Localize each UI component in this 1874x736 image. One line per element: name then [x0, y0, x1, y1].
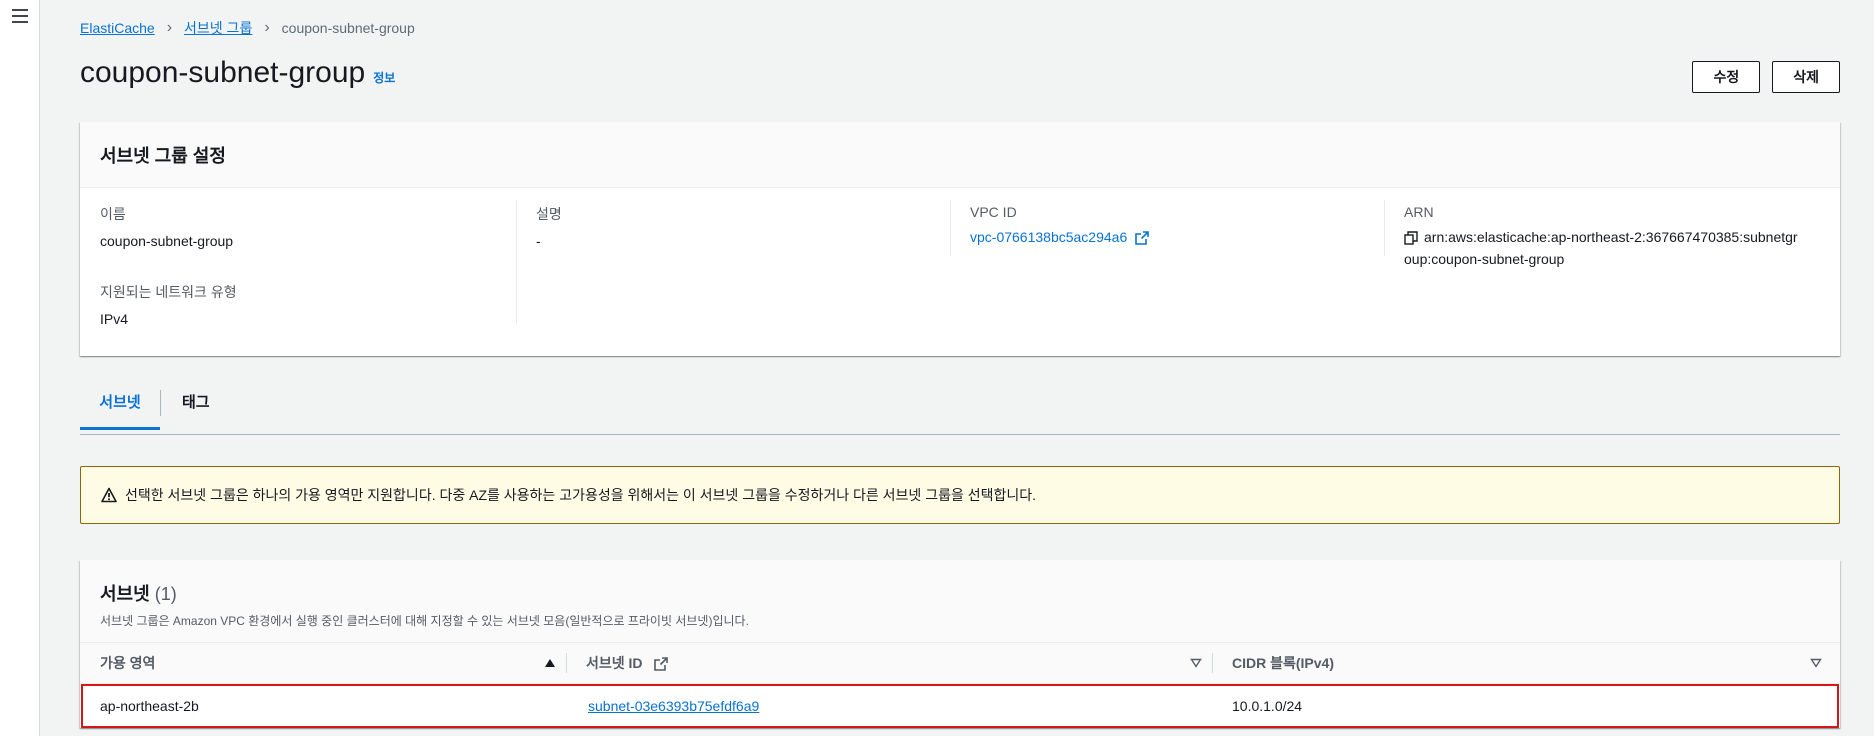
- breadcrumb: ElastiCache › 서브넷 그룹 › coupon-subnet-gro…: [80, 18, 415, 38]
- chevron-right-icon: ›: [264, 19, 270, 36]
- cell-az: ap-northeast-2b: [100, 698, 199, 714]
- warning-icon: [101, 487, 117, 503]
- breadcrumb-current: coupon-subnet-group: [281, 20, 415, 36]
- description-value: -: [536, 233, 541, 249]
- external-link-icon: [654, 657, 669, 672]
- tab-divider: [160, 390, 161, 416]
- subnets-title: 서브넷 (1): [100, 580, 1820, 606]
- page-title: coupon-subnet-group: [80, 56, 366, 89]
- column-divider: [566, 653, 567, 673]
- alert-text: 선택한 서브넷 그룹은 하나의 가용 영역만 지원합니다. 다중 AZ를 사용하…: [125, 487, 1037, 503]
- network-type-label: 지원되는 네트워크 유형: [100, 284, 237, 300]
- delete-button[interactable]: 삭제: [1772, 61, 1840, 93]
- tab-list: 서브넷 태그: [80, 384, 1840, 435]
- name-value: coupon-subnet-group: [100, 233, 234, 249]
- arn-label: ARN: [1404, 204, 1434, 220]
- side-navigation: [0, 0, 40, 736]
- column-header-subnet-id-label: 서브넷 ID: [586, 655, 643, 671]
- subnets-header: 서브넷 (1) 서브넷 그룹은 Amazon VPC 환경에서 실행 중인 클러…: [80, 560, 1840, 642]
- table-header: 가용 영역 서브넷 ID CIDR 블록(IPv4): [80, 642, 1840, 684]
- name-field: 이름 coupon-subnet-group 지원되는 네트워크 유형 IPv4: [80, 204, 496, 330]
- table-row[interactable]: ap-northeast-2b subnet-03e6393b75efdf6a9…: [81, 684, 1839, 728]
- cell-cidr: 10.0.1.0/24: [1232, 698, 1303, 714]
- subnets-count: (1): [154, 584, 177, 604]
- subnets-description: 서브넷 그룹은 Amazon VPC 환경에서 실행 중인 클러스터에 대해 지…: [100, 614, 749, 628]
- subnets-title-text: 서브넷: [100, 584, 150, 604]
- edit-button[interactable]: 수정: [1692, 61, 1761, 93]
- warning-alert: 선택한 서브넷 그룹은 하나의 가용 영역만 지원합니다. 다중 AZ를 사용하…: [80, 466, 1840, 524]
- column-header-az[interactable]: 가용 영역: [100, 643, 155, 683]
- tab-subnets[interactable]: 서브넷: [80, 384, 160, 430]
- external-link-icon[interactable]: [1135, 231, 1149, 246]
- panel-title: 서브넷 그룹 설정: [100, 146, 226, 166]
- description-field: 설명 -: [516, 204, 932, 252]
- vpc-id-link[interactable]: vpc-0766138bc5ac294a6: [970, 229, 1127, 245]
- sort-icon[interactable]: [1810, 658, 1822, 668]
- subnet-id-link[interactable]: subnet-03e6393b75efdf6a9: [588, 698, 759, 714]
- cell-subnet-id: subnet-03e6393b75efdf6a9: [588, 686, 759, 726]
- page-header: coupon-subnet-group 정보: [80, 56, 395, 90]
- sort-icon[interactable]: [1190, 658, 1202, 668]
- header-actions: 수정 삭제: [1692, 61, 1840, 93]
- column-header-cidr[interactable]: CIDR 블록(IPv4): [1232, 643, 1334, 683]
- arn-field: ARN arn:aws:elasticache:ap-northeast-2:3…: [1384, 204, 1800, 270]
- vpc-id-field: VPC ID vpc-0766138bc5ac294a6: [950, 204, 1366, 248]
- copy-icon[interactable]: [1404, 231, 1418, 245]
- menu-icon[interactable]: [12, 9, 28, 23]
- arn-value: arn:aws:elasticache:ap-northeast-2:36766…: [1404, 229, 1798, 267]
- vpc-id-label: VPC ID: [970, 204, 1017, 220]
- tab-tags[interactable]: 태그: [180, 384, 212, 433]
- name-label: 이름: [100, 206, 126, 222]
- column-divider: [1212, 653, 1213, 673]
- panel-header: 서브넷 그룹 설정: [80, 122, 1840, 188]
- breadcrumb-subnet-groups[interactable]: 서브넷 그룹: [184, 18, 252, 38]
- description-label: 설명: [536, 206, 562, 222]
- settings-grid: 이름 coupon-subnet-group 지원되는 네트워크 유형 IPv4…: [80, 188, 1840, 354]
- chevron-right-icon: ›: [166, 19, 173, 36]
- subnets-panel: 서브넷 (1) 서브넷 그룹은 Amazon VPC 환경에서 실행 중인 클러…: [80, 560, 1840, 728]
- column-header-subnet-id[interactable]: 서브넷 ID: [586, 643, 669, 683]
- subnet-group-settings-panel: 서브넷 그룹 설정 이름 coupon-subnet-group 지원되는 네트…: [80, 122, 1840, 356]
- info-link[interactable]: 정보: [373, 69, 395, 86]
- breadcrumb-elasticache[interactable]: ElastiCache: [80, 20, 155, 36]
- sort-ascending-icon[interactable]: [544, 658, 556, 668]
- network-type-value: IPv4: [100, 311, 129, 327]
